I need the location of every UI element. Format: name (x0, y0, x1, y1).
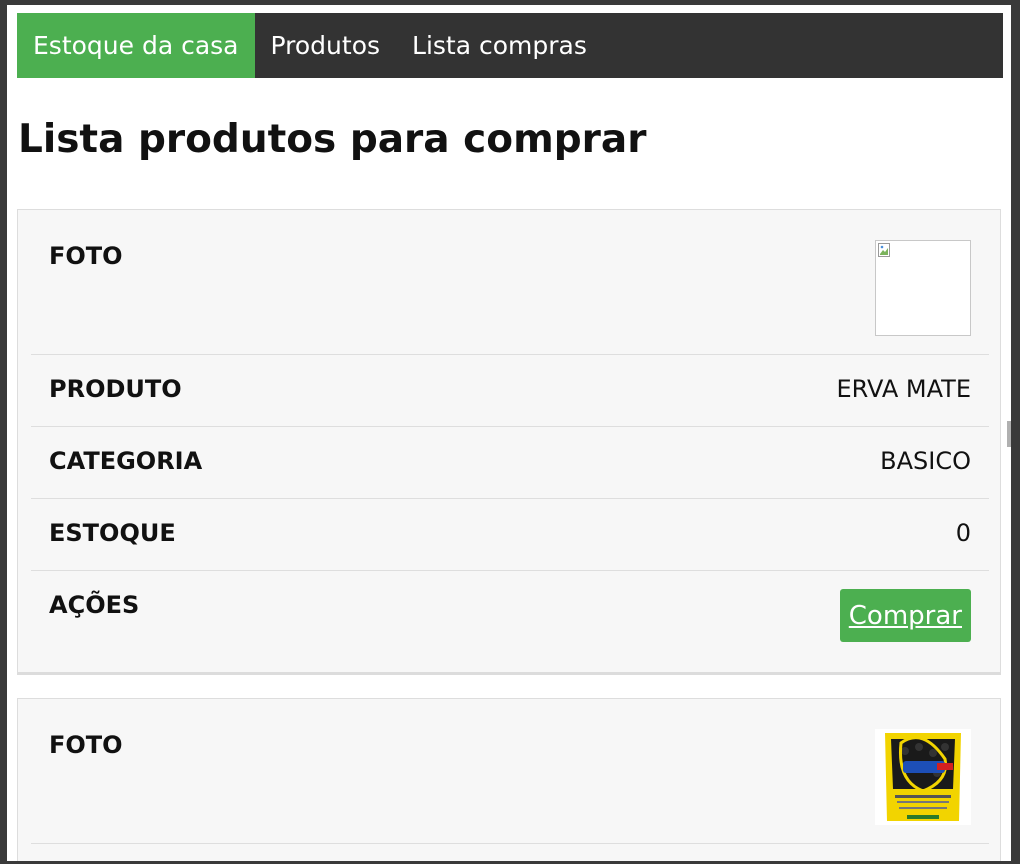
categoria-value: BASICO (880, 447, 971, 475)
nav-produtos[interactable]: Produtos (255, 13, 397, 78)
produto-label: PRODUTO (49, 375, 182, 403)
product-card: FOTO (17, 698, 1001, 861)
nav-lista-compras[interactable]: Lista compras (396, 13, 603, 78)
acoes-label: AÇÕES (49, 591, 140, 619)
categoria-label: CATEGORIA (49, 447, 203, 475)
acoes-row: AÇÕES Comprar (31, 571, 989, 671)
foto-row: FOTO (31, 210, 989, 355)
broken-image-icon (878, 243, 890, 257)
foto-row: FOTO (31, 699, 989, 844)
nav-estoque-da-casa[interactable]: Estoque da casa (17, 13, 255, 78)
produto-row: PRODUTO ERVA MATE (31, 355, 989, 427)
estoque-value: 0 (955, 519, 971, 547)
scrollbar[interactable] (1007, 421, 1011, 447)
product-photo (875, 240, 971, 336)
estoque-row: ESTOQUE 0 (31, 499, 989, 571)
browser-viewport: Estoque da casa Produtos Lista compras L… (7, 5, 1011, 861)
foto-label: FOTO (49, 242, 123, 270)
categoria-row: CATEGORIA BASICO (31, 427, 989, 499)
page-title: Lista produtos para comprar (18, 117, 647, 162)
estoque-label: ESTOQUE (49, 519, 176, 547)
comprar-button[interactable]: Comprar (839, 589, 971, 642)
produto-value: ERVA MATE (836, 375, 971, 403)
product-card: FOTO PRODUTO ERVA MATE CATEGORIA BASICO … (17, 209, 1001, 675)
top-navbar: Estoque da casa Produtos Lista compras (17, 13, 1003, 78)
bean-package-image (875, 729, 971, 825)
foto-label: FOTO (49, 731, 123, 759)
